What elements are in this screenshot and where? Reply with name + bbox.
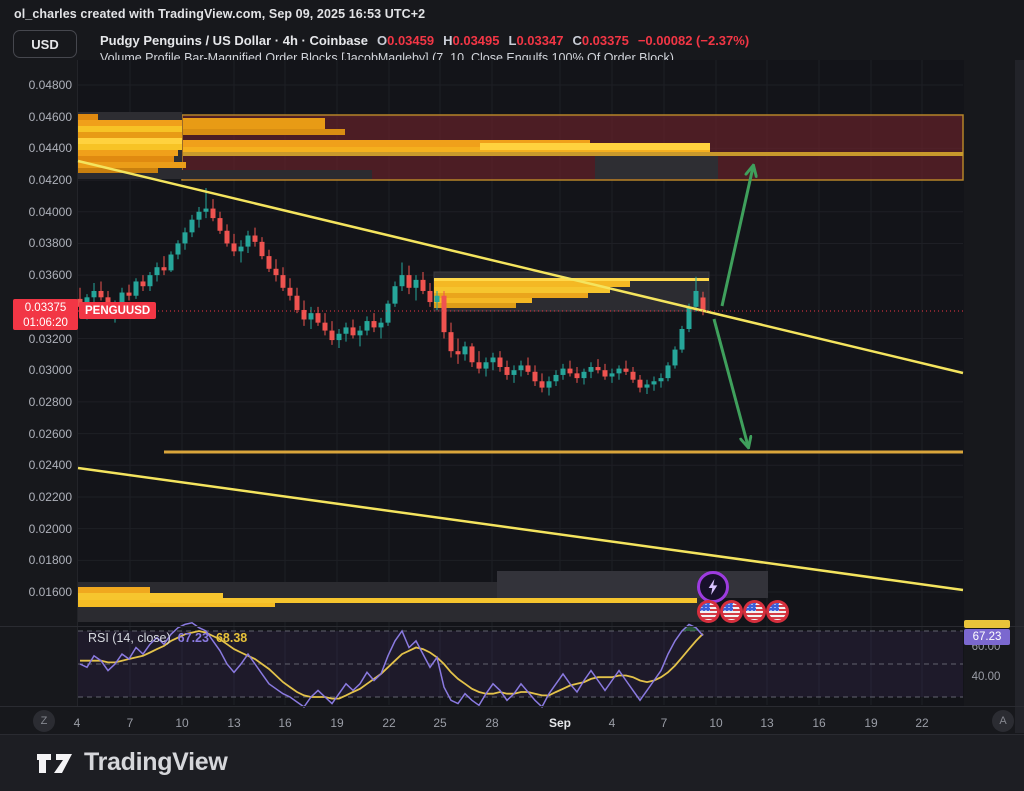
- time-tick-label: 13: [227, 716, 240, 730]
- us-flag-sticker-icon: [697, 600, 720, 623]
- time-tick-label: Sep: [549, 716, 571, 730]
- us-flag-sticker-icon: [720, 600, 743, 623]
- bar-countdown: 01:06:20: [13, 316, 78, 331]
- time-tick-label: 10: [709, 716, 722, 730]
- price-tick-label: 0.04800: [0, 78, 72, 92]
- timeaxis-separator: [0, 706, 1024, 707]
- tradingview-chart-window: ol_charles created with TradingView.com,…: [0, 0, 1024, 791]
- rsi-label[interactable]: RSI (14, close): [88, 631, 171, 645]
- price-tick-label: 0.03000: [0, 363, 72, 377]
- rsi-ma-badge: [964, 620, 1010, 628]
- price-axis[interactable]: 0.04800 0.04600 0.04400 0.04200 0.04000 0.038…: [0, 60, 77, 706]
- price-axis-separator: [77, 60, 78, 706]
- ohlc-high-label: H: [443, 33, 452, 48]
- rsi-ma-value: 68.38: [216, 631, 247, 645]
- us-flag-sticker-icon: [766, 600, 789, 623]
- symbol-price-label: PENGUUSD: [79, 302, 156, 319]
- price-tick-label: 0.02800: [0, 395, 72, 409]
- time-axis[interactable]: Z A 4 7 10 13 16 19 22 25 28 Sep 4 7 10 13 16 19 22: [0, 707, 1024, 734]
- time-tick-label: 25: [433, 716, 446, 730]
- price-tick-label: 0.02600: [0, 427, 72, 441]
- rsi-scale-label: 40.00: [964, 671, 1008, 683]
- rsi-legend[interactable]: RSI (14, close) 67.23 68.38: [88, 631, 247, 645]
- ohlc-close-label: C: [572, 33, 581, 48]
- price-tick-label: 0.02400: [0, 458, 72, 472]
- price-tick-label: 0.01600: [0, 585, 72, 599]
- last-price-value: 0.03375: [13, 301, 78, 316]
- time-tick-label: 13: [760, 716, 773, 730]
- price-tick-label: 0.03600: [0, 268, 72, 282]
- price-tick-label: 0.03800: [0, 236, 72, 250]
- right-edge-strip: [1015, 60, 1024, 733]
- ohlc-open-label: O: [377, 33, 387, 48]
- us-flag-sticker-icon: [743, 600, 766, 623]
- price-change: −0.00082 (−2.37%): [638, 33, 749, 48]
- currency-toggle-button[interactable]: USD: [13, 30, 77, 58]
- ohlc-close-value: 0.03375: [582, 33, 629, 48]
- ohlc-open-value: 0.03459: [387, 33, 434, 48]
- attribution-text: ol_charles created with TradingView.com,…: [14, 7, 425, 21]
- bolt-icon: [707, 579, 719, 595]
- time-tick-label: 7: [127, 716, 134, 730]
- price-tick-label: 0.01800: [0, 553, 72, 567]
- timezone-button[interactable]: Z: [33, 710, 55, 732]
- price-tick-label: 0.04600: [0, 110, 72, 124]
- ohlc-low-value: 0.03347: [516, 33, 563, 48]
- lightning-sticker-icon: [697, 571, 729, 603]
- symbol-title[interactable]: Pudgy Penguins / US Dollar · 4h · Coinba…: [100, 33, 368, 48]
- time-tick-label: 28: [485, 716, 498, 730]
- time-tick-label: 4: [609, 716, 616, 730]
- time-tick-label: 19: [330, 716, 343, 730]
- symbol-header[interactable]: Pudgy Penguins / US Dollar · 4h · Coinba…: [100, 33, 749, 48]
- time-tick-label: 16: [278, 716, 291, 730]
- time-tick-label: 10: [175, 716, 188, 730]
- price-tick-label: 0.04200: [0, 173, 72, 187]
- ohlc-high-value: 0.03495: [453, 33, 500, 48]
- price-tick-label: 0.02000: [0, 522, 72, 536]
- price-tick-label: 0.04400: [0, 141, 72, 155]
- time-tick-label: 4: [74, 716, 81, 730]
- time-tick-label: 7: [661, 716, 668, 730]
- time-tick-label: 22: [382, 716, 395, 730]
- price-tick-label: 0.04000: [0, 205, 72, 219]
- rsi-value-badge: 67.23: [964, 629, 1010, 645]
- chart-canvas[interactable]: [78, 60, 964, 706]
- footer: TradingView: [0, 734, 1024, 791]
- price-tick-label: 0.02200: [0, 490, 72, 504]
- time-tick-label: 16: [812, 716, 825, 730]
- price-tick-label: 0.03200: [0, 332, 72, 346]
- tradingview-wordmark[interactable]: TradingView: [84, 748, 228, 777]
- adjust-button[interactable]: A: [992, 710, 1014, 732]
- pane-separator[interactable]: [0, 626, 1024, 627]
- time-tick-label: 22: [915, 716, 928, 730]
- last-price-badge: 0.03375 01:06:20: [13, 299, 78, 330]
- time-tick-label: 19: [864, 716, 877, 730]
- tradingview-logo-icon[interactable]: [36, 751, 74, 775]
- rsi-value: 67.23: [178, 631, 209, 645]
